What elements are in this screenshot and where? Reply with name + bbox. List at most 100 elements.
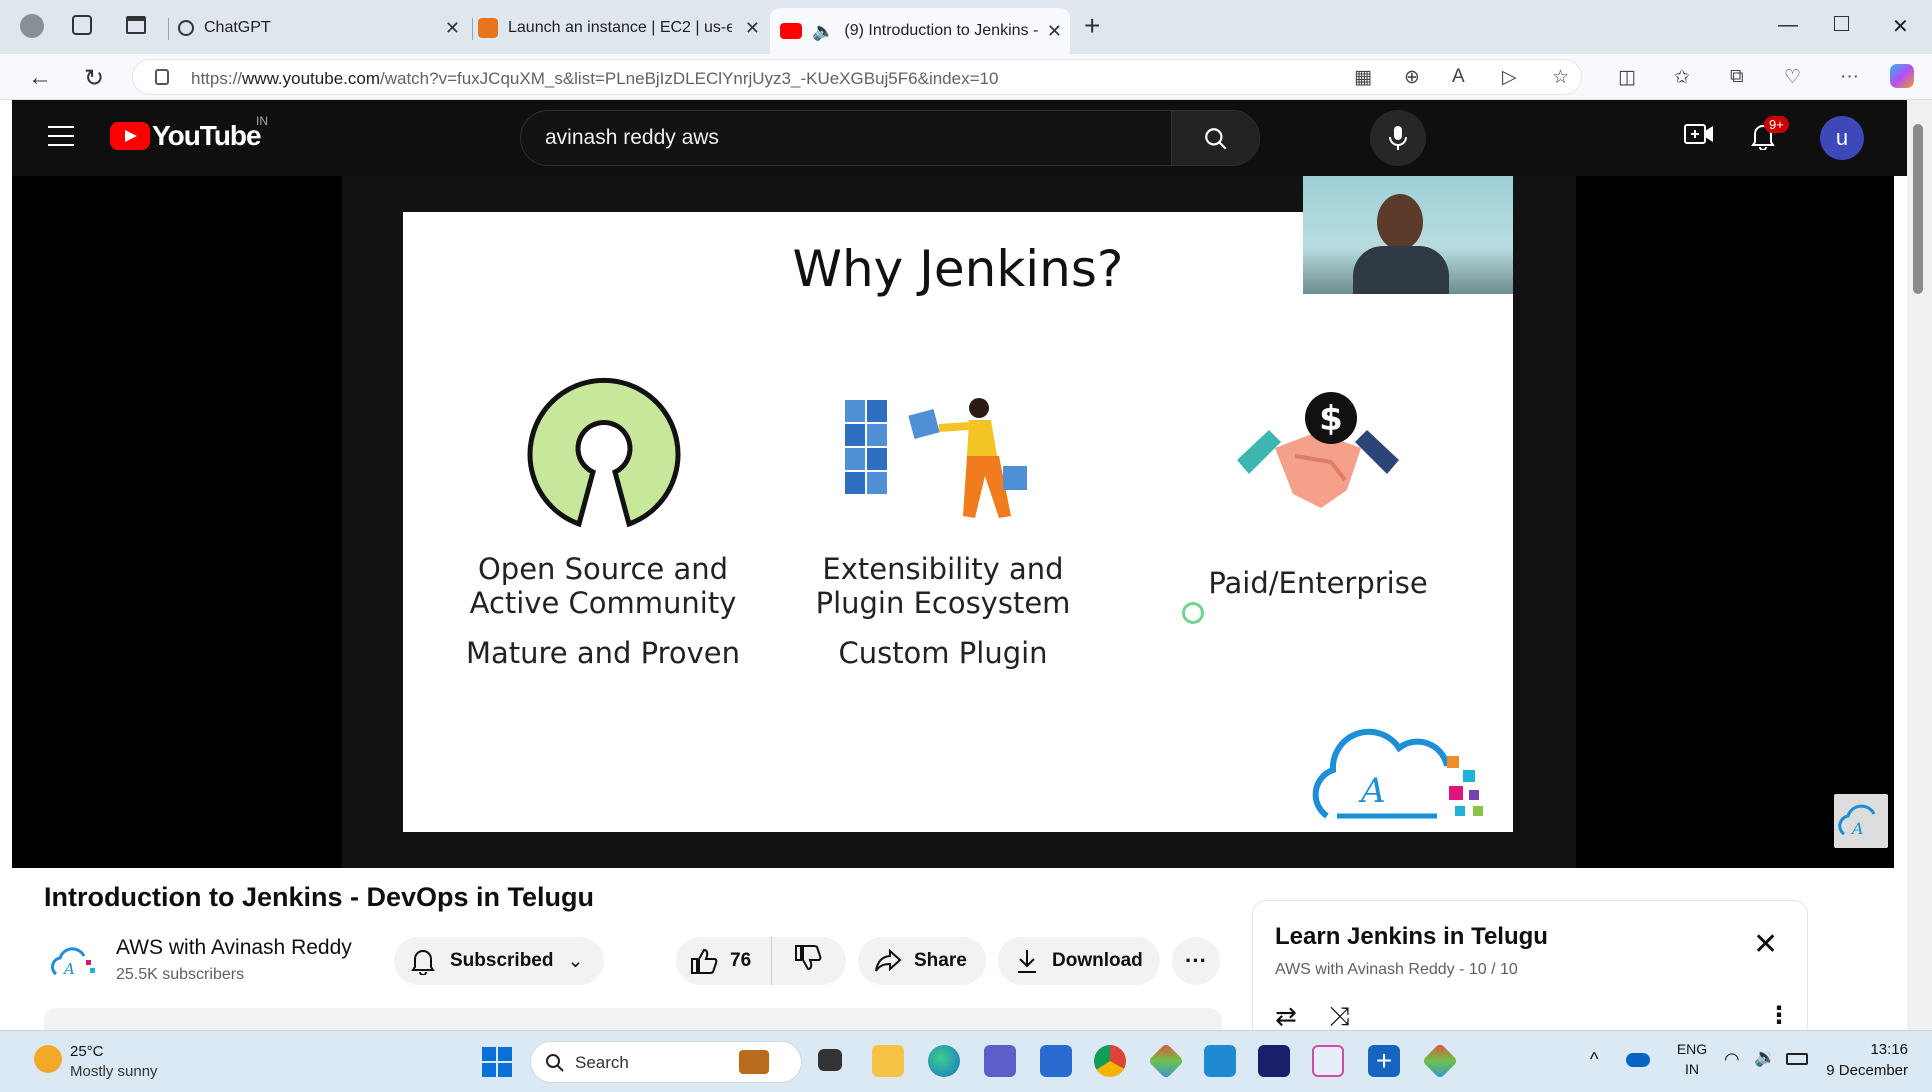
system-clock[interactable]: 13:16 9 December [1818,1041,1908,1079]
file-explorer-icon[interactable] [872,1045,904,1077]
cursor-highlight-icon [1182,602,1204,624]
open-source-icon [527,377,681,528]
tab-title: (9) Introduction to Jenkins - [844,22,1039,39]
presenter-body [1353,246,1449,294]
immersive-reader-icon[interactable]: ▷ [1502,66,1517,89]
close-tab-icon[interactable]: ✕ [1047,21,1062,42]
download-icon [1018,950,1036,973]
search-box[interactable]: avinash reddy aws [520,110,1260,166]
page-scrollbar[interactable] [1907,100,1932,1030]
git-icon[interactable] [1147,1042,1185,1080]
read-aloud-icon[interactable]: A [1452,66,1465,88]
youtube-logo[interactable]: YouTube IN [110,114,268,152]
split-screen-icon[interactable]: ◫ [1618,66,1636,89]
create-video-icon[interactable] [1684,122,1714,153]
lock-icon[interactable] [155,69,169,85]
language-indicator[interactable]: ENG IN [1672,1041,1712,1077]
svg-text:A: A [62,960,75,978]
shuffle-icon[interactable]: ⤨ [1329,1001,1350,1030]
zoom-icon[interactable]: ⊕ [1404,66,1420,89]
tab-title: Launch an instance | EC2 | us-east [508,19,732,36]
close-tab-icon[interactable]: ✕ [445,18,460,39]
teams-icon[interactable] [984,1045,1016,1077]
share-button[interactable]: Share [858,937,986,985]
back-icon[interactable]: ← [28,64,52,92]
tab-chatgpt[interactable]: ChatGPT ✕ [178,8,468,48]
vscode-icon[interactable] [1204,1045,1236,1077]
restore-icon[interactable] [1834,16,1849,31]
channel-watermark[interactable]: A [1834,794,1888,848]
youtube-page: YouTube IN avinash reddy aws 9+ u Why Je… [12,100,1907,1030]
volume-icon[interactable]: 🔉 [1754,1047,1776,1068]
like-button[interactable]: 76 [676,937,772,985]
tab-youtube[interactable]: 🔈 (9) Introduction to Jenkins - ✕ [770,8,1070,54]
apps-icon[interactable]: ▦ [1354,66,1372,89]
loop-icon[interactable]: ⇄ [1275,1001,1297,1030]
user-avatar[interactable]: u [1820,116,1864,160]
copilot-icon[interactable] [1890,64,1914,88]
subscriber-count: 25.5K subscribers [116,966,245,983]
weather-temperature[interactable]: 25°C [70,1043,104,1060]
git-gui-icon[interactable] [1421,1042,1459,1080]
dislike-button[interactable] [772,945,822,977]
search-button[interactable] [1171,111,1259,165]
tab-ec2[interactable]: Launch an instance | EC2 | us-east ✕ [478,8,768,48]
profile-icon[interactable] [20,14,44,38]
column-heading-line2: Active Community [469,586,737,620]
edge-icon[interactable] [928,1045,960,1077]
chrome-icon[interactable] [1094,1045,1126,1077]
more-actions-button[interactable]: ··· [1172,937,1220,985]
favorite-star-icon[interactable]: ☆ [1552,66,1569,89]
weather-sun-icon[interactable] [34,1045,62,1073]
voice-search-button[interactable] [1370,110,1426,166]
refresh-icon[interactable]: ↻ [84,64,104,93]
youtube-play-icon [110,122,150,150]
video-player[interactable]: Why Jenkins? Open Source and Active Comm… [12,176,1894,868]
menu-icon[interactable] [48,126,74,153]
task-view-icon[interactable] [818,1049,842,1071]
subscribed-button[interactable]: Subscribed ⌄ [394,937,604,985]
minimize-icon[interactable]: — [1778,14,1798,37]
puzzle-plugin-icon [845,398,1027,518]
collections-icon[interactable]: ⧉ [1730,66,1744,88]
svg-text:A: A [1850,819,1864,838]
wifi-icon[interactable]: ◠ [1724,1049,1740,1070]
playlist-menu-icon[interactable]: ⋮ [1767,1001,1791,1030]
slide-column-open-source: Open Source and Active Community Mature … [443,552,763,670]
battery-icon[interactable] [1786,1053,1808,1065]
playlist-title[interactable]: Learn Jenkins in Telugu [1275,923,1548,951]
taskbar-search[interactable]: Search [530,1041,802,1083]
new-tab-button[interactable]: + [1084,10,1100,42]
close-window-icon[interactable]: ✕ [1892,14,1909,39]
favorites-icon[interactable]: ✩ [1674,66,1690,89]
tab-title: ChatGPT [204,19,271,36]
speaker-icon[interactable]: 🔈 [812,21,834,42]
show-hidden-icons-chevron[interactable]: ^ [1590,1049,1598,1070]
column-heading-line1: Extensibility and [822,552,1064,586]
start-button[interactable] [482,1047,512,1077]
microsoft-store-icon[interactable] [1040,1045,1072,1077]
intellij-icon[interactable] [1258,1045,1290,1077]
scrollbar-thumb[interactable] [1913,124,1923,294]
close-tab-icon[interactable]: ✕ [745,18,760,39]
search-icon [1204,128,1227,150]
playlist-panel: Learn Jenkins in Telugu AWS with Avinash… [1252,900,1808,1030]
download-button[interactable]: Download [998,937,1160,985]
description-box[interactable] [44,1008,1222,1030]
browser-essentials-icon[interactable]: ♡ [1784,66,1801,89]
channel-avatar[interactable]: A [48,938,98,988]
search-input[interactable]: avinash reddy aws [545,126,719,150]
app-plus-icon[interactable]: + [1368,1045,1400,1077]
workspaces-icon[interactable] [72,15,92,35]
more-options-icon[interactable]: ··· [1840,66,1859,88]
slide: Why Jenkins? Open Source and Active Comm… [403,212,1513,832]
tab-actions-icon[interactable] [126,16,146,34]
channel-name[interactable]: AWS with Avinash Reddy [116,936,352,960]
chatgpt-icon [178,20,194,36]
close-playlist-icon[interactable]: ✕ [1753,927,1778,962]
onedrive-icon[interactable] [1626,1053,1650,1067]
snipping-tool-icon[interactable] [1312,1045,1344,1077]
youtube-wordmark: YouTube [152,120,262,151]
weather-condition[interactable]: Mostly sunny [70,1063,158,1080]
chevron-down-icon: ⌄ [567,950,584,972]
